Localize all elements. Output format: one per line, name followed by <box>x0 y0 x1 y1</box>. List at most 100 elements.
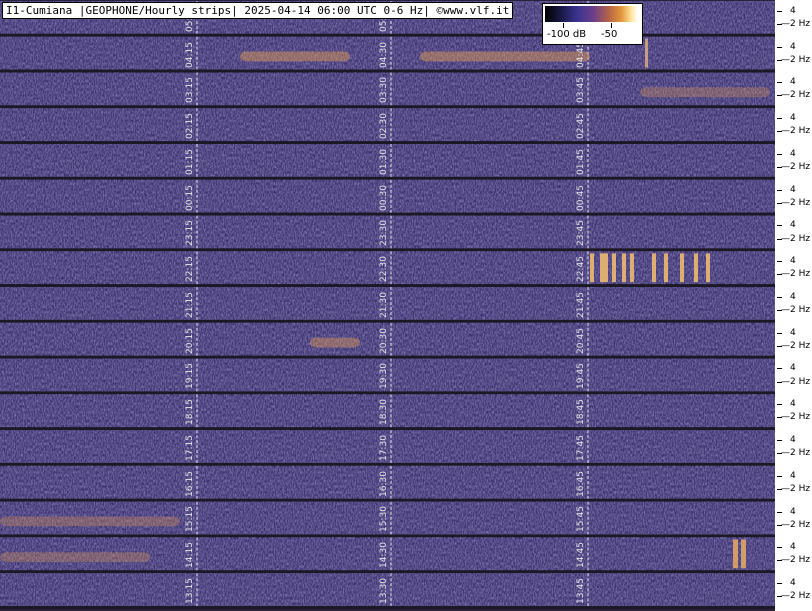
freq-tick <box>777 189 782 191</box>
freq-label-4: 4 <box>790 470 796 481</box>
signal-event <box>612 253 616 283</box>
signal-event <box>741 539 746 569</box>
freq-label-2hz: —2 Hz <box>781 269 811 280</box>
time-label: 00:15 <box>185 184 195 211</box>
time-label: 22:15 <box>185 256 195 283</box>
signal-event <box>706 253 710 283</box>
time-label: 17:45 <box>576 435 586 461</box>
time-label: 15:15 <box>185 506 195 533</box>
time-label: 04:45 <box>576 41 586 68</box>
signal-band <box>0 516 180 527</box>
freq-label-4: 4 <box>790 113 796 124</box>
freq-tick <box>777 296 782 298</box>
time-label: 01:45 <box>576 148 586 175</box>
freq-label-2hz: —2 Hz <box>781 90 811 101</box>
chart-title: I1-Cumiana |GEOPHONE/Hourly strips| 2025… <box>2 2 514 19</box>
colorbar-tick <box>563 23 564 28</box>
signal-band <box>310 337 360 348</box>
frequency-axis: 4 —2 Hz 4 —2 Hz 4 —2 Hz 4 —2 Hz 4 —2 Hz 4 —2 Hz 4 —2 … <box>775 0 812 611</box>
freq-label-2hz: —2 Hz <box>781 233 811 244</box>
freq-label-2hz: —2 Hz <box>781 412 811 423</box>
freq-label-2hz: —2 Hz <box>781 376 811 387</box>
strip-separator <box>0 570 775 574</box>
strip-separator <box>0 69 775 73</box>
time-label: 21:30 <box>379 291 389 318</box>
freq-label-2hz: —2 Hz <box>781 305 811 316</box>
signal-event <box>622 253 626 283</box>
time-label: 21:45 <box>576 291 586 318</box>
signal-band <box>0 552 150 563</box>
time-label: 01:30 <box>379 148 389 175</box>
time-label: 15:45 <box>576 506 586 533</box>
time-label: 02:45 <box>576 113 586 140</box>
freq-label-4: 4 <box>790 41 796 52</box>
strip-separator <box>0 141 775 145</box>
time-label: 03:45 <box>576 77 586 104</box>
strip-separator <box>0 248 775 252</box>
time-label: 00:45 <box>576 184 586 211</box>
time-label: 15:30 <box>379 506 389 533</box>
freq-tick <box>777 46 782 48</box>
time-label: 03:15 <box>185 77 195 104</box>
freq-label-2hz: —2 Hz <box>781 555 811 566</box>
freq-label-4: 4 <box>790 148 796 159</box>
freq-label-2hz: —2 Hz <box>781 519 811 530</box>
freq-tick <box>777 261 782 263</box>
signal-event <box>604 253 608 283</box>
freq-tick <box>777 118 782 120</box>
freq-label-4: 4 <box>790 399 796 410</box>
time-label: 02:30 <box>379 113 389 140</box>
time-label: 19:45 <box>576 363 586 390</box>
time-label: 17:30 <box>379 435 389 461</box>
time-label: 22:45 <box>576 256 586 283</box>
signal-event <box>733 539 738 569</box>
time-label: 14:45 <box>576 542 586 569</box>
time-label: 23:30 <box>379 220 389 247</box>
signal-event <box>652 253 656 283</box>
time-label: 18:45 <box>576 399 586 426</box>
colorbar-label-min: -100 dB <box>547 29 587 40</box>
freq-tick <box>777 547 782 549</box>
time-label: 14:15 <box>185 542 195 569</box>
freq-tick <box>777 404 782 406</box>
spectrogram-plot: 05:1505:3005:4504:1504:3004:4503:1503:30… <box>0 0 775 611</box>
freq-label-2hz: —2 Hz <box>781 591 811 602</box>
colorbar-legend: -100 dB -50 <box>542 3 643 45</box>
signal-event <box>694 253 698 283</box>
strip-separator <box>0 33 775 37</box>
time-label: 20:45 <box>576 327 586 354</box>
colorbar-gradient <box>545 6 638 22</box>
freq-tick <box>777 82 782 84</box>
freq-label-4: 4 <box>790 77 796 88</box>
time-label: 23:45 <box>576 220 586 247</box>
signal-event <box>590 253 594 283</box>
freq-tick <box>777 153 782 155</box>
signal-band <box>240 51 350 62</box>
strip-separator <box>0 105 775 109</box>
freq-tick <box>777 332 782 334</box>
freq-tick <box>777 10 782 12</box>
time-label: 13:45 <box>576 578 586 604</box>
signal-band <box>640 87 770 98</box>
time-label: 20:15 <box>185 327 195 354</box>
strip-separator <box>0 284 775 288</box>
time-label: 14:30 <box>379 542 389 569</box>
freq-tick <box>777 511 782 513</box>
freq-tick <box>777 225 782 227</box>
time-label: 16:15 <box>185 470 195 497</box>
strip-separator <box>0 534 775 538</box>
freq-label-4: 4 <box>790 184 796 195</box>
freq-label-4: 4 <box>790 542 796 553</box>
signal-band <box>420 51 590 62</box>
freq-label-2hz: —2 Hz <box>781 54 811 65</box>
strip-separator <box>0 462 775 466</box>
time-label: 00:30 <box>379 184 389 211</box>
strip-separator <box>0 606 775 609</box>
strip-separator <box>0 498 775 502</box>
time-label: 04:15 <box>185 41 195 68</box>
time-label: 20:30 <box>379 327 389 354</box>
freq-label-4: 4 <box>790 220 796 231</box>
time-label: 16:30 <box>379 470 389 497</box>
freq-label-2hz: —2 Hz <box>781 448 811 459</box>
freq-label-4: 4 <box>790 506 796 517</box>
